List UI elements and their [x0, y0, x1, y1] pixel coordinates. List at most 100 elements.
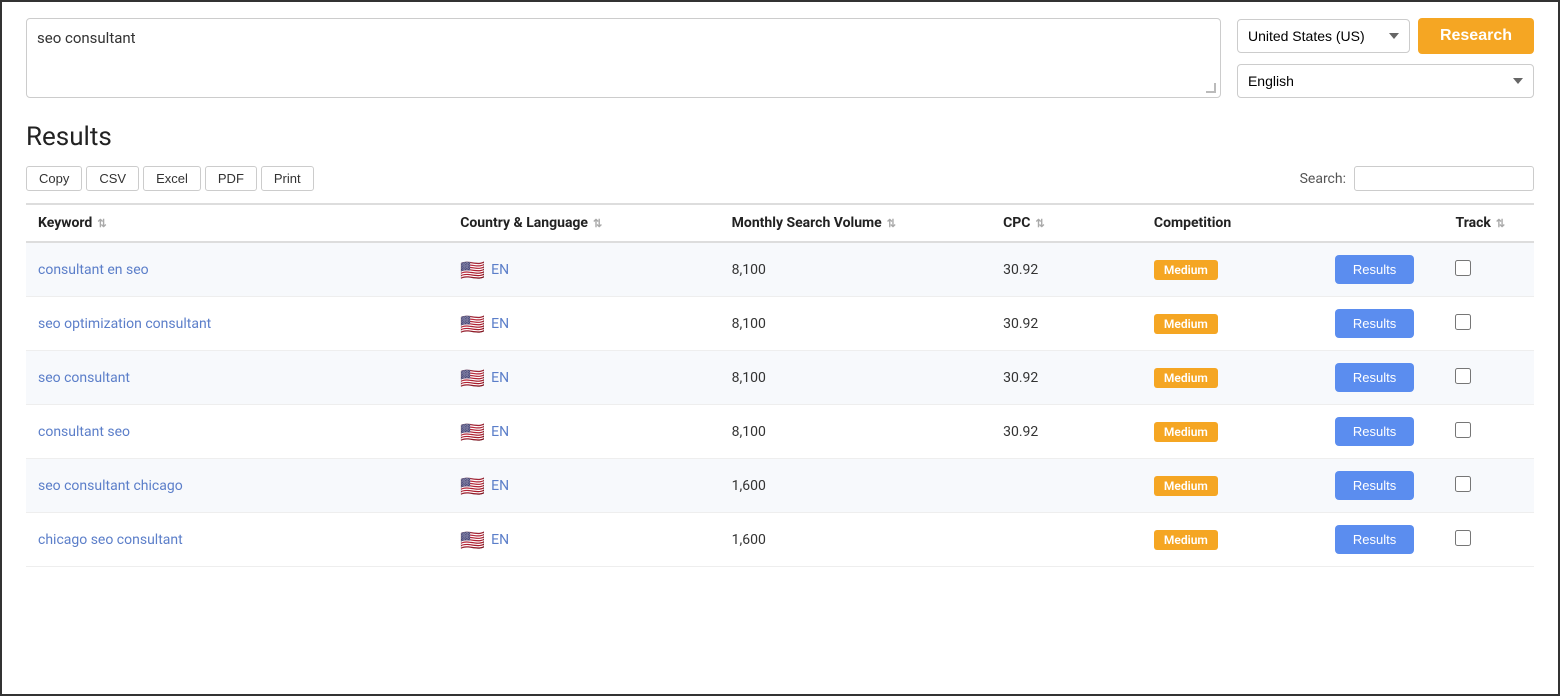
results-button[interactable]: Results — [1335, 309, 1414, 338]
results-table: Keyword ⇅ Country & Language ⇅ Monthly S… — [26, 203, 1534, 567]
toolbar-row: Copy CSV Excel PDF Print Search: — [26, 166, 1534, 191]
track-checkbox[interactable] — [1455, 530, 1471, 546]
cell-country: 🇺🇸 EN — [448, 513, 719, 567]
right-controls: United States (US) United Kingdom (UK) C… — [1237, 18, 1534, 98]
cell-country: 🇺🇸 EN — [448, 405, 719, 459]
cell-results-btn: Results — [1323, 297, 1444, 351]
cell-volume: 1,600 — [720, 459, 991, 513]
table-row: chicago seo consultant 🇺🇸 EN 1,600 Mediu… — [26, 513, 1534, 567]
col-header-keyword: Keyword ⇅ — [26, 204, 448, 242]
lang-code: EN — [491, 424, 509, 440]
results-button[interactable]: Results — [1335, 417, 1414, 446]
cell-country: 🇺🇸 EN — [448, 297, 719, 351]
col-header-volume: Monthly Search Volume ⇅ — [720, 204, 991, 242]
cpc-sort-icon[interactable]: ⇅ — [1035, 217, 1044, 230]
cell-track — [1443, 513, 1534, 567]
cell-results-btn: Results — [1323, 459, 1444, 513]
export-buttons: Copy CSV Excel PDF Print — [26, 166, 314, 191]
cell-country: 🇺🇸 EN — [448, 351, 719, 405]
volume-sort-icon[interactable]: ⇅ — [887, 217, 896, 230]
cell-cpc: 30.92 — [991, 405, 1142, 459]
cell-competition: Medium — [1142, 405, 1323, 459]
print-button[interactable]: Print — [261, 166, 314, 191]
lang-code: EN — [491, 262, 509, 278]
cell-track — [1443, 405, 1534, 459]
competition-badge: Medium — [1154, 368, 1218, 388]
track-checkbox[interactable] — [1455, 314, 1471, 330]
cell-volume: 1,600 — [720, 513, 991, 567]
col-header-cpc: CPC ⇅ — [991, 204, 1142, 242]
lang-code: EN — [491, 370, 509, 386]
keyword-link[interactable]: seo consultant — [38, 370, 130, 386]
flag-icon: 🇺🇸 — [460, 366, 485, 390]
cell-keyword: seo consultant chicago — [26, 459, 448, 513]
cell-track — [1443, 459, 1534, 513]
keyword-link[interactable]: consultant seo — [38, 424, 130, 440]
keyword-sort-icon[interactable]: ⇅ — [97, 217, 106, 230]
track-checkbox[interactable] — [1455, 368, 1471, 384]
keyword-link[interactable]: seo consultant chicago — [38, 478, 183, 494]
track-checkbox[interactable] — [1455, 476, 1471, 492]
table-body: consultant en seo 🇺🇸 EN 8,100 30.92 Medi… — [26, 242, 1534, 567]
cell-track — [1443, 351, 1534, 405]
col-header-track: Track ⇅ — [1443, 204, 1534, 242]
cell-volume: 8,100 — [720, 297, 991, 351]
track-checkbox[interactable] — [1455, 260, 1471, 276]
flag-icon: 🇺🇸 — [460, 312, 485, 336]
flag-icon: 🇺🇸 — [460, 258, 485, 282]
cell-results-btn: Results — [1323, 242, 1444, 297]
language-select[interactable]: English Spanish French German — [1237, 64, 1534, 98]
results-button[interactable]: Results — [1335, 255, 1414, 284]
lang-code: EN — [491, 316, 509, 332]
country-sort-icon[interactable]: ⇅ — [593, 217, 602, 230]
table-row: consultant seo 🇺🇸 EN 8,100 30.92 Medium … — [26, 405, 1534, 459]
csv-button[interactable]: CSV — [86, 166, 139, 191]
cell-competition: Medium — [1142, 351, 1323, 405]
table-header-row: Keyword ⇅ Country & Language ⇅ Monthly S… — [26, 204, 1534, 242]
country-select[interactable]: United States (US) United Kingdom (UK) C… — [1237, 19, 1410, 53]
top-section: seo consultant United States (US) United… — [26, 18, 1534, 98]
copy-button[interactable]: Copy — [26, 166, 82, 191]
table-row: consultant en seo 🇺🇸 EN 8,100 30.92 Medi… — [26, 242, 1534, 297]
lang-code: EN — [491, 478, 509, 494]
competition-badge: Medium — [1154, 530, 1218, 550]
competition-badge: Medium — [1154, 422, 1218, 442]
cell-keyword: seo optimization consultant — [26, 297, 448, 351]
cell-competition: Medium — [1142, 513, 1323, 567]
cell-cpc: 30.92 — [991, 297, 1142, 351]
results-title: Results — [26, 122, 1534, 152]
keyword-link[interactable]: consultant en seo — [38, 262, 149, 278]
keyword-link[interactable]: chicago seo consultant — [38, 532, 183, 548]
track-sort-icon[interactable]: ⇅ — [1496, 217, 1505, 230]
country-row: United States (US) United Kingdom (UK) C… — [1237, 18, 1534, 54]
track-checkbox[interactable] — [1455, 422, 1471, 438]
cell-country: 🇺🇸 EN — [448, 242, 719, 297]
cell-cpc: 30.92 — [991, 242, 1142, 297]
pdf-button[interactable]: PDF — [205, 166, 257, 191]
cell-country: 🇺🇸 EN — [448, 459, 719, 513]
excel-button[interactable]: Excel — [143, 166, 201, 191]
research-button[interactable]: Research — [1418, 18, 1534, 54]
cell-volume: 8,100 — [720, 242, 991, 297]
cell-competition: Medium — [1142, 297, 1323, 351]
cell-competition: Medium — [1142, 242, 1323, 297]
cell-volume: 8,100 — [720, 351, 991, 405]
search-textarea[interactable]: seo consultant — [27, 19, 1220, 91]
cell-keyword: consultant en seo — [26, 242, 448, 297]
competition-badge: Medium — [1154, 476, 1218, 496]
table-row: seo consultant chicago 🇺🇸 EN 1,600 Mediu… — [26, 459, 1534, 513]
table-search-input[interactable] — [1354, 166, 1534, 191]
col-header-competition: Competition — [1142, 204, 1323, 242]
search-textarea-container: seo consultant — [26, 18, 1221, 98]
cell-keyword: consultant seo — [26, 405, 448, 459]
cell-track — [1443, 242, 1534, 297]
results-button[interactable]: Results — [1335, 471, 1414, 500]
cell-keyword: chicago seo consultant — [26, 513, 448, 567]
results-button[interactable]: Results — [1335, 363, 1414, 392]
cell-track — [1443, 297, 1534, 351]
competition-badge: Medium — [1154, 314, 1218, 334]
main-container: seo consultant United States (US) United… — [0, 0, 1560, 696]
cell-results-btn: Results — [1323, 513, 1444, 567]
results-button[interactable]: Results — [1335, 525, 1414, 554]
keyword-link[interactable]: seo optimization consultant — [38, 316, 211, 332]
